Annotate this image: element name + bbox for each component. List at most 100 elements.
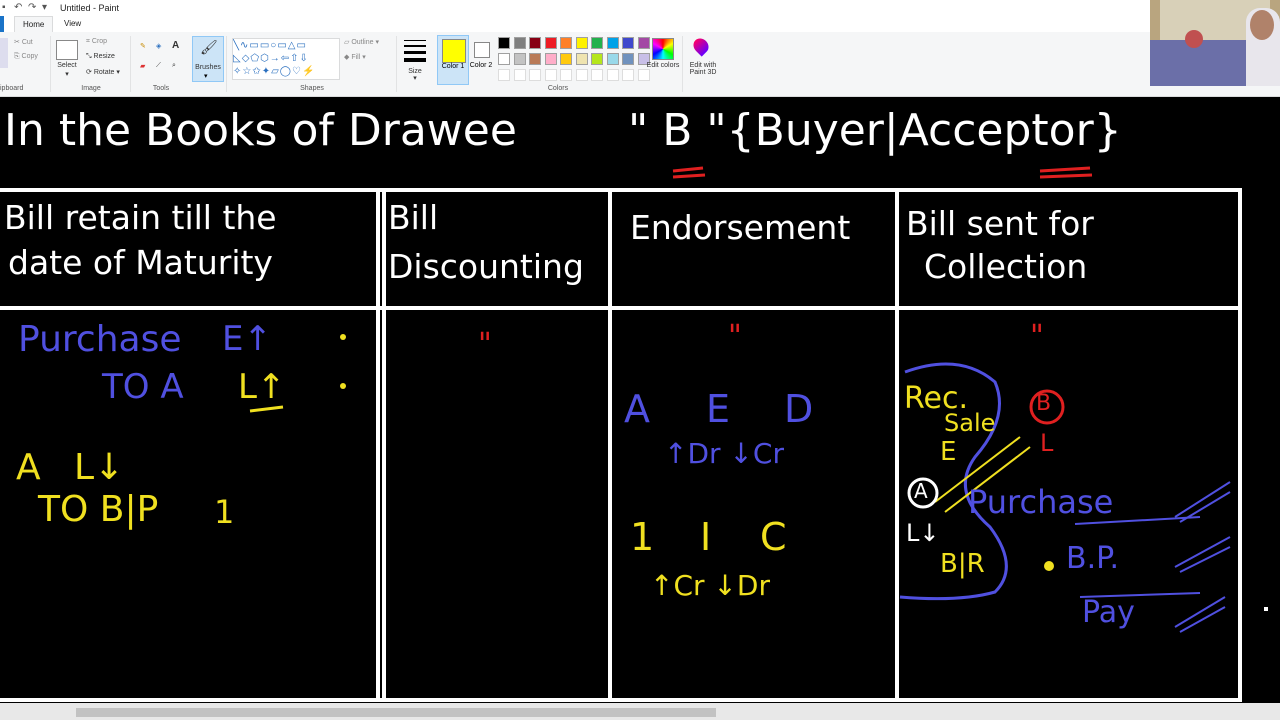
col4-header-line2: Collection <box>924 247 1088 286</box>
customize-quick-access-icon[interactable]: ▾ <box>42 2 47 13</box>
rotate-button[interactable]: ⟳ Rotate ▾ <box>86 68 120 76</box>
palette-swatch[interactable] <box>622 53 634 65</box>
palette-swatch[interactable] <box>560 53 572 65</box>
col1-entry2-debit: A <box>16 447 41 488</box>
outline-label: Outline <box>351 39 374 46</box>
col2-ditto: " <box>478 327 492 362</box>
custom-color-slot[interactable] <box>591 69 603 81</box>
dot-mark <box>340 334 346 340</box>
divider <box>226 36 227 92</box>
palette-swatch[interactable] <box>622 37 634 49</box>
color1-button[interactable]: Color 1 <box>437 35 469 85</box>
brush-icon: 🖌 <box>200 39 218 55</box>
cushion-image <box>1185 30 1203 48</box>
color-picker-icon[interactable]: ⟋ <box>156 62 161 70</box>
ribbon: ✂ Cut ⎘ Copy ipboard Select ▾ ⌗ Crop ⤡ R… <box>0 32 1280 97</box>
palette-swatch[interactable] <box>606 53 619 65</box>
custom-color-slot[interactable] <box>544 69 557 81</box>
edit-with-paint3d-button[interactable]: Edit with Paint 3D <box>684 62 722 76</box>
custom-color-slot[interactable] <box>575 69 588 81</box>
col4-l-mark: L↓ <box>906 519 940 547</box>
palette-swatch[interactable] <box>529 37 541 49</box>
palette-swatch[interactable] <box>591 53 603 65</box>
palette-swatch[interactable] <box>513 37 526 49</box>
color2-button[interactable]: Color 2 <box>470 35 492 83</box>
col3-ditto: " <box>728 319 742 354</box>
select-icon[interactable] <box>56 40 78 60</box>
tab-view[interactable]: View <box>56 16 89 32</box>
eraser-icon[interactable]: ▰ <box>140 62 145 70</box>
ribbon-tabs: Home View <box>0 16 1280 32</box>
palette-swatch[interactable] <box>591 37 603 49</box>
palette-swatch[interactable] <box>544 53 557 65</box>
redo-icon[interactable]: ↷ <box>28 2 36 13</box>
line-thicker-icon <box>404 58 426 62</box>
palette-swatch[interactable] <box>637 37 650 49</box>
heading-underlines <box>672 166 1093 179</box>
outline-button[interactable]: ▱ Outline ▾ <box>344 38 379 46</box>
col4-bp: B.P. <box>1066 541 1120 576</box>
palette-swatch[interactable] <box>498 37 510 49</box>
tab-file[interactable] <box>0 16 4 32</box>
crop-button[interactable]: ⌗ Crop <box>86 38 107 46</box>
custom-color-slot[interactable] <box>606 69 619 81</box>
palette-swatch[interactable] <box>606 37 619 49</box>
color2-swatch <box>474 42 490 58</box>
fill-button[interactable]: ◆ Fill ▾ <box>344 53 366 61</box>
magnifier-icon[interactable]: ⌕ <box>172 62 176 70</box>
custom-color-slot[interactable] <box>560 69 572 81</box>
save-icon[interactable]: ▪ <box>2 2 6 13</box>
col4-b-l: L <box>1040 429 1054 457</box>
window-title: Untitled - Paint <box>60 3 120 13</box>
col3-row2-1: 1 <box>630 515 655 559</box>
cut-button[interactable]: ✂ Cut <box>14 38 33 46</box>
image-group-label: Image <box>81 85 101 92</box>
pencil-icon[interactable]: ✎ <box>140 42 146 50</box>
select-button[interactable]: Select <box>54 62 80 69</box>
palette-swatch[interactable] <box>575 53 588 65</box>
resize-button[interactable]: ⤡ Resize <box>86 53 115 61</box>
col4-bir: B|R <box>940 549 985 579</box>
palette-swatch[interactable] <box>529 53 541 65</box>
brushes-button[interactable]: 🖌 Brushes ▾ <box>192 36 224 82</box>
col1-entry2-debit-mark: L↓ <box>74 447 125 488</box>
select-dropdown-icon[interactable]: ▾ <box>62 70 72 78</box>
palette-swatch[interactable] <box>560 37 572 49</box>
size-button[interactable] <box>404 38 426 64</box>
horizontal-scrollbar[interactable] <box>0 703 1280 720</box>
palette-swatch[interactable] <box>544 37 557 49</box>
custom-color-slot[interactable] <box>637 69 650 81</box>
drawing-canvas[interactable]: In the Books of Drawee " B "{Buyer|Accep… <box>0 97 1280 703</box>
palette-swatch[interactable] <box>575 37 588 49</box>
palette-swatch[interactable] <box>498 53 510 65</box>
color1-swatch <box>442 39 466 63</box>
custom-color-slot[interactable] <box>513 69 526 81</box>
palette-swatch[interactable] <box>513 53 526 65</box>
copy-button[interactable]: ⎘ Copy <box>14 53 38 61</box>
col4-e-mark: E <box>940 437 957 467</box>
custom-color-slot[interactable] <box>529 69 541 81</box>
col3-row2-note: ↑Cr ↓Dr <box>650 569 770 602</box>
webcam-overlay <box>1150 0 1280 86</box>
divider <box>682 36 683 92</box>
custom-color-slot[interactable] <box>498 69 510 81</box>
paste-button[interactable] <box>0 38 8 68</box>
board-heading: In the Books of Drawee <box>4 105 517 156</box>
edit-colors-icon[interactable] <box>652 38 674 60</box>
col1-header-line2: date of Maturity <box>8 243 273 282</box>
text-tool-icon[interactable]: A <box>172 40 179 51</box>
fill-bucket-icon[interactable]: ◈ <box>156 42 161 50</box>
paint3d-icon[interactable] <box>690 35 712 57</box>
col3-row2-c: C <box>760 515 787 559</box>
edit-colors-button[interactable]: Edit colors <box>646 62 680 69</box>
custom-color-slot[interactable] <box>622 69 634 81</box>
col4-header-line1: Bill sent for <box>906 204 1094 243</box>
col2-header-line1: Bill <box>388 198 439 237</box>
shapes-gallery[interactable]: ╲∿▭▭○▭△▭ ◺◇⬠⬡→⇦⇧⇩ ✧☆✩✦▱◯♡⚡ <box>232 38 340 80</box>
tab-home[interactable]: Home <box>14 16 54 32</box>
col1-header-line1: Bill retain till the <box>4 198 277 237</box>
undo-icon[interactable]: ↶ <box>14 2 22 13</box>
scrollbar-thumb[interactable] <box>76 708 716 717</box>
col3-header-line1: Endorsement <box>630 208 851 247</box>
col4-pay: Pay <box>1082 595 1135 630</box>
